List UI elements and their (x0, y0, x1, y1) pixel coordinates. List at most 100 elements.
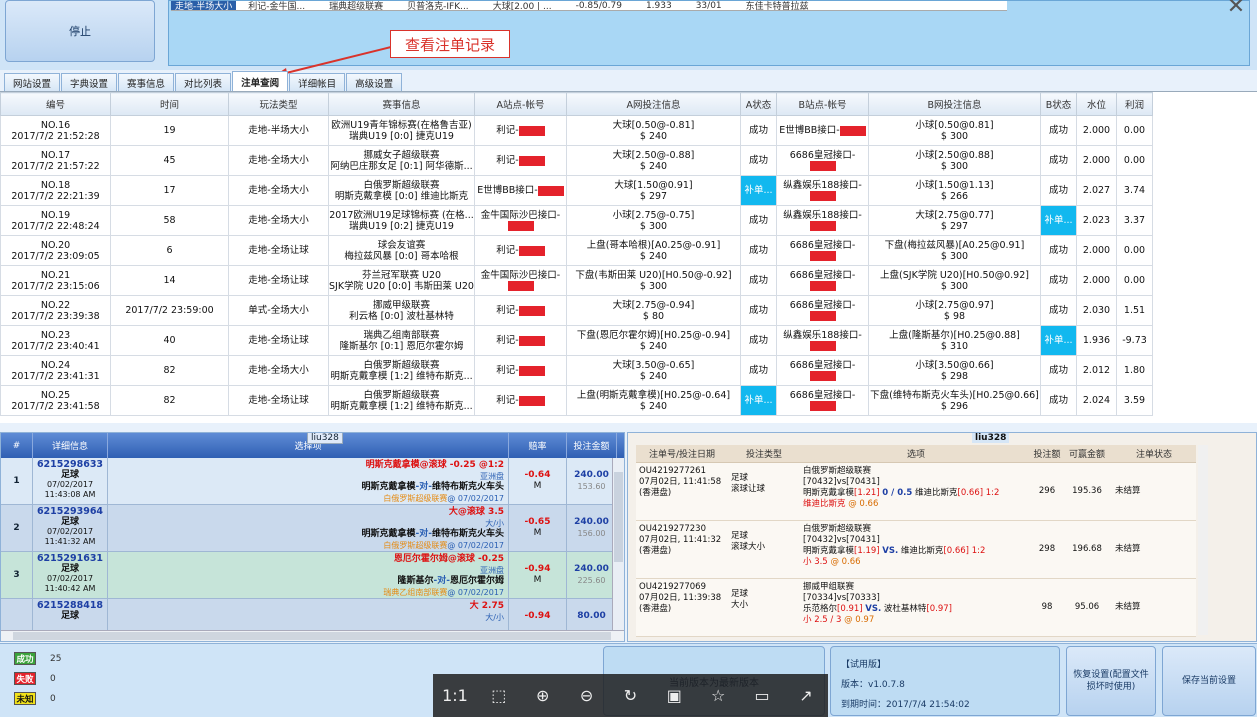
b-bet-info-line1: 小球[2.75@0.97] (915, 299, 994, 311)
fullscreen-icon[interactable]: ▭ (748, 686, 776, 705)
column-header[interactable]: 赛事信息 (328, 92, 475, 116)
bet-id: NO.24 2017/7/2 23:41:31 (0, 355, 111, 386)
b-bet-info-line1: 小球[0.50@0.81] (915, 119, 994, 131)
column-header[interactable]: A站点-帐号 (474, 92, 567, 116)
handicap-line: VS. (882, 546, 899, 556)
order-id[interactable]: 6215288418 (33, 601, 107, 611)
b-bet-info-line2: $ 266 (940, 190, 969, 202)
match-info-line2: 隆斯基尔 [0:1] 恩厄尔霍尔姆 (339, 340, 464, 352)
order-id[interactable]: 6215298633 (33, 460, 107, 470)
tab-0[interactable]: 网站设置 (4, 73, 61, 91)
horizontal-scrollbar[interactable] (1, 630, 624, 641)
tab-1[interactable]: 字典设置 (61, 73, 118, 91)
table-row[interactable]: NO.24 2017/7/2 23:41:31 82 走地-全场大小 白俄罗斯超级联赛明… (0, 355, 1153, 386)
table-row[interactable]: NO.19 2017/7/2 22:48:24 58 走地-全场大小 2017欧洲U19… (0, 205, 1153, 236)
league-date: @ 07/02/2017 (447, 494, 504, 503)
restore-settings-button[interactable]: 恢复设置(配置文件损坏时使用) (1066, 646, 1156, 716)
table-row[interactable]: NO.18 2017/7/2 22:21:39 17 走地-全场大小 白俄罗斯超级联赛明… (0, 175, 1153, 206)
rotate-icon[interactable]: ↻ (616, 686, 644, 705)
bet-time: 45 (110, 145, 229, 176)
odds-value: -0.65 (524, 517, 551, 527)
list-item[interactable]: 1 6215298633 足球 07/02/2017 11:43:08 AM 明斯克戴拿模… (1, 458, 624, 505)
tab-5[interactable]: 详细帐目 (289, 73, 346, 91)
table-row[interactable]: OU4219277069 07月02日, 11:39:38 (香港盘) 足球 大小 挪威甲… (636, 579, 1196, 637)
amount: 240.00 156.00 (567, 505, 617, 551)
column-header[interactable]: 编号 (0, 92, 111, 116)
version-label: 版本：v1.0.7.8 (841, 680, 905, 690)
match-info-line1: 球会友谊赛 (377, 239, 426, 251)
fit-screen-icon[interactable]: ⬚ (485, 686, 513, 705)
bet-type2: 滚球大小 (731, 542, 766, 552)
bet-time: 40 (110, 325, 229, 356)
water-level: 2.000 (1076, 265, 1117, 296)
column-header[interactable]: B站点-帐号 (776, 92, 869, 116)
save-icon[interactable]: ▣ (660, 686, 688, 705)
column-header[interactable]: 水位 (1076, 92, 1117, 116)
a-account: 利记- (474, 355, 567, 386)
vertical-scrollbar[interactable] (1198, 445, 1208, 635)
profit: 3.59 (1116, 385, 1153, 416)
match-line: 明斯克戴拿模[1.21] 0 / 0.5 维迪比斯克[0.66] 1:2 (803, 488, 1029, 499)
column-header[interactable]: A状态 (740, 92, 777, 116)
table-row[interactable]: OU4219277230 07月02日, 11:41:32 (香港盘) 足球 滚球大小白… (636, 521, 1196, 579)
column-header[interactable]: B网投注信息 (868, 92, 1041, 116)
a-account: 利记- (474, 145, 567, 176)
list-item[interactable]: 2 6215293964 足球 07/02/2017 11:41:32 AM 大@滚球 3… (1, 505, 624, 552)
b-account: 纵鑫娱乐188接口- (776, 175, 869, 206)
tab-3[interactable]: 对比列表 (175, 73, 232, 91)
match-info-line1: 瑞典乙组南部联赛 (363, 329, 440, 341)
actual-size-button[interactable]: 1:1 (441, 686, 469, 705)
table-row[interactable]: NO.17 2017/7/2 21:57:22 45 走地-全场大小 挪威女子超级联赛阿… (0, 145, 1153, 176)
close-icon[interactable]: ✕ (1225, 0, 1247, 18)
stop-button[interactable]: 停止 (5, 0, 155, 62)
zoom-in-icon[interactable]: ⊕ (529, 686, 557, 705)
match-info-line2: 明斯克戴拿模 [1:2] 维特布斯克... (330, 370, 473, 382)
option-cell: 挪威甲组联赛 [70334]vs[70333] 乐范格尔[0.91] VS. 波杜基… (800, 579, 1032, 636)
save-settings-button[interactable]: 保存当前设置 (1162, 646, 1256, 716)
match-info-line1: 挪威甲级联赛 (372, 299, 430, 311)
tab-6[interactable]: 高级设置 (346, 73, 403, 91)
bet-time: 2017/7/2 23:59:00 (110, 295, 229, 326)
vertical-scrollbar[interactable] (612, 458, 624, 633)
tab-2[interactable]: 赛事信息 (118, 73, 175, 91)
share-icon[interactable]: ↗ (792, 686, 820, 705)
handicap-line: VS. (865, 604, 882, 614)
match-info: 瑞典乙组南部联赛 隆斯基尔 [0:1] 恩厄尔霍尔姆 (328, 325, 475, 356)
table-row[interactable]: NO.16 2017/7/2 21:52:28 19 走地-半场大小 欧洲U19青年锦标… (0, 115, 1153, 146)
a-account: 金牛国际沙巴接口- (474, 265, 567, 296)
win-amount: 196.68 (1072, 544, 1102, 554)
b-status: 成功 (1040, 295, 1077, 326)
pick: 大@滚球 3.5 (448, 507, 504, 517)
list-item[interactable]: 3 6215291631 足球 07/02/2017 11:40:42 AM 恩厄尔霍尔姆… (1, 552, 624, 599)
zoom-out-icon[interactable]: ⊖ (573, 686, 601, 705)
bet-id-line2: 2017/7/2 23:41:58 (11, 400, 100, 412)
table-row[interactable]: NO.20 2017/7/2 23:09:05 6 走地-全场让球 球会友谊赛 梅拉兹风暴… (0, 235, 1153, 266)
table-row[interactable]: NO.23 2017/7/2 23:40:41 40 走地-全场让球 瑞典乙组南部联赛隆… (0, 325, 1153, 356)
b-status: 成功 (1040, 385, 1077, 416)
table-row[interactable]: NO.25 2017/7/2 23:41:58 82 走地-全场让球 白俄罗斯超级联赛明… (0, 385, 1153, 416)
b-status: 成功 (1040, 355, 1077, 386)
pick: 明斯克戴拿模@滚球 -0.25 @1:2 (365, 460, 504, 470)
table-row[interactable]: NO.21 2017/7/2 23:15:06 14 走地-全场让球 芬兰冠军联赛 U2… (0, 265, 1153, 296)
column-header[interactable]: B状态 (1040, 92, 1077, 116)
b-status: 成功 (1040, 115, 1077, 146)
favorite-icon[interactable]: ☆ (704, 686, 732, 705)
column-header[interactable]: 利润 (1116, 92, 1153, 116)
redacted-mask (809, 371, 836, 381)
tab-4[interactable]: 注单查阅 (232, 71, 289, 91)
column-header[interactable]: 时间 (110, 92, 229, 116)
order-id[interactable]: 6215293964 (33, 507, 107, 517)
table-row[interactable]: NO.22 2017/7/2 23:39:38 2017/7/2 23:59:00 单… (0, 295, 1153, 326)
sport-label: 足球 (60, 611, 79, 621)
a-bet-info-line1: 大球[2.75@-0.94] (612, 299, 695, 311)
table-row[interactable]: OU4219277261 07月02日, 11:41:58 (香港盘) 足球 滚球让球白… (636, 463, 1196, 521)
column-header[interactable]: 玩法类型 (228, 92, 329, 116)
order-id[interactable]: 6215291631 (33, 554, 107, 564)
odds: -0.64 M (509, 458, 567, 504)
league-date: @ 07/02/2017 (447, 541, 504, 550)
b-account: 6686皇冠接口- (776, 235, 869, 266)
column-header[interactable]: A网投注信息 (566, 92, 741, 116)
order-mkt: (香港盘) (639, 604, 672, 614)
league: 白俄罗斯超级联赛@ 07/02/2017 (108, 493, 504, 504)
top-bet-row[interactable]: 走地-半场大小 利记-金牛国... 瑞典超级联赛 贝普洛克-IFK... 大球[2.0… (171, 1, 1007, 11)
